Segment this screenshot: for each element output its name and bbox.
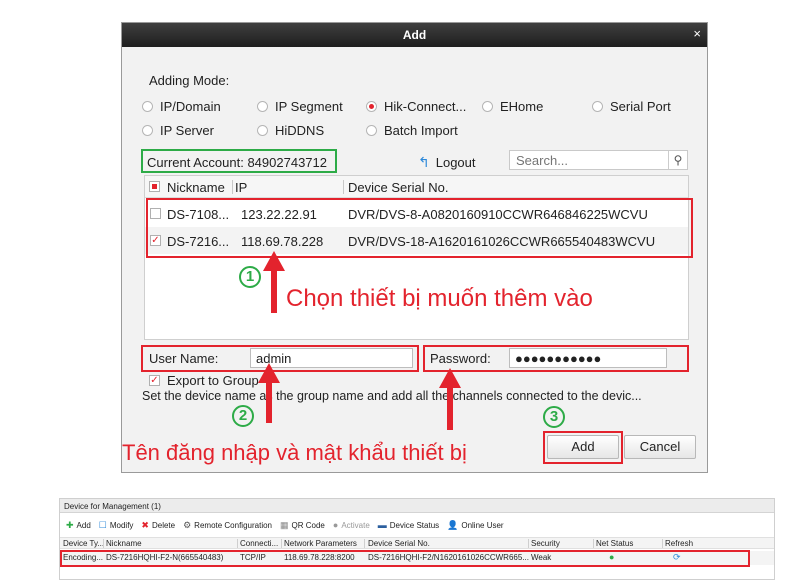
column-separator	[528, 539, 529, 548]
annotation-credentials: Tên đăng nhập và mật khẩu thiết bị	[122, 440, 467, 465]
delete-icon: ✖	[141, 519, 149, 530]
device-management-panel: Device for Management (1) ✚ Add ☐ Modify ✖…	[59, 498, 775, 580]
column-net-status[interactable]: Net Status	[596, 539, 633, 548]
current-account-label: Current Account:	[147, 155, 244, 170]
radio-icon	[592, 101, 603, 112]
arrow-up-icon	[263, 251, 285, 313]
toolbar-remote-config-button[interactable]: ⚙ Remote Configuration	[183, 520, 272, 531]
column-nickname[interactable]: Nickname	[167, 180, 225, 195]
dialog-title-bar: Add ×	[122, 23, 707, 47]
toolbar: ✚ Add ☐ Modify ✖ Delete ⚙ Remote Configurati…	[60, 518, 774, 532]
group-note: Set the device name as the group name an…	[142, 389, 642, 403]
column-separator	[237, 539, 238, 548]
logout-icon: ↰	[418, 154, 430, 170]
column-separator	[281, 539, 282, 548]
toolbar-modify-button[interactable]: ☐ Modify	[99, 520, 134, 531]
arrow-up-icon	[258, 363, 280, 423]
mode-ehome[interactable]: EHome	[482, 99, 543, 114]
activate-icon: ●	[332, 520, 339, 530]
mode-serial-port[interactable]: Serial Port	[592, 99, 671, 114]
close-icon[interactable]: ×	[693, 26, 701, 41]
column-ip[interactable]: IP	[235, 180, 247, 195]
column-refresh[interactable]: Refresh	[665, 539, 693, 548]
device-status-icon: ▬	[377, 520, 387, 530]
radio-icon	[142, 125, 153, 136]
column-serial[interactable]: Device Serial No.	[348, 180, 448, 195]
mode-hiddns[interactable]: HiDDNS	[257, 123, 324, 138]
export-to-group-checkbox[interactable]: ✓ Export to Group	[149, 373, 259, 388]
column-separator	[343, 180, 344, 194]
device-rows-highlight	[146, 198, 693, 258]
radio-icon	[482, 101, 493, 112]
mode-ip-segment[interactable]: IP Segment	[257, 99, 343, 114]
radio-icon	[257, 125, 268, 136]
plus-icon: ✚	[66, 519, 74, 530]
password-input[interactable]	[509, 348, 667, 368]
mode-ip-domain[interactable]: IP/Domain	[142, 99, 221, 114]
panel-title: Device for Management (1)	[60, 499, 774, 513]
list-header: Nickname IP Device Serial No.	[145, 176, 688, 198]
step-2-badge: 2	[232, 405, 254, 427]
arrow-up-icon	[439, 368, 461, 430]
column-connection[interactable]: Connecti...	[240, 539, 278, 548]
search-icon[interactable]: ⚲	[668, 151, 687, 169]
column-security[interactable]: Security	[531, 539, 560, 548]
column-separator	[232, 180, 233, 194]
checkbox-checked-icon: ✓	[149, 375, 160, 386]
radio-selected-icon	[366, 101, 377, 112]
toolbar-activate-button[interactable]: ● Activate	[333, 520, 370, 530]
mode-batch-import[interactable]: Batch Import	[366, 123, 458, 138]
gear-icon: ⚙	[183, 519, 192, 530]
toolbar-qr-code-button[interactable]: ▦ QR Code	[280, 520, 325, 531]
add-button[interactable]: Add	[547, 435, 619, 459]
current-account-value: 84902743712	[247, 155, 327, 170]
management-row-highlight	[60, 550, 750, 567]
radio-icon	[142, 101, 153, 112]
logout-button[interactable]: ↰ Logout	[418, 154, 476, 171]
annotation-select-device: Chọn thiết bị muốn thêm vào	[286, 285, 593, 312]
toolbar-online-user-button[interactable]: 👤 Online User	[447, 520, 503, 531]
toolbar-device-status-button[interactable]: ▬ Device Status	[378, 520, 439, 530]
radio-icon	[366, 125, 377, 136]
adding-mode-label: Adding Mode:	[149, 73, 230, 88]
password-label: Password:	[430, 351, 491, 366]
qr-code-icon: ▦	[280, 519, 289, 530]
management-table-header: Device Ty... Nickname Connecti... Networ…	[60, 537, 774, 549]
toolbar-add-button[interactable]: ✚ Add	[66, 520, 91, 531]
column-nickname[interactable]: Nickname	[106, 539, 142, 548]
select-all-checkbox[interactable]	[149, 181, 160, 192]
step-3-badge: 3	[543, 406, 565, 428]
user-icon: 👤	[447, 519, 459, 530]
add-device-dialog: Add × Adding Mode: IP/Domain IP Segment …	[121, 22, 708, 473]
edit-icon: ☐	[98, 519, 107, 530]
column-serial[interactable]: Device Serial No.	[368, 539, 430, 548]
step-1-badge: 1	[239, 266, 261, 288]
column-separator	[662, 539, 663, 548]
column-network-parameters[interactable]: Network Parameters	[284, 539, 357, 548]
search-input[interactable]	[509, 150, 688, 170]
column-separator	[593, 539, 594, 548]
current-account-highlight: Current Account: 84902743712	[141, 149, 337, 173]
column-separator	[364, 539, 365, 548]
toolbar-delete-button[interactable]: ✖ Delete	[141, 520, 175, 531]
user-name-label: User Name:	[149, 351, 219, 366]
cancel-button[interactable]: Cancel	[624, 435, 696, 459]
mode-ip-server[interactable]: IP Server	[142, 123, 214, 138]
column-device-type[interactable]: Device Ty...	[63, 539, 104, 548]
dialog-title: Add	[402, 28, 427, 42]
column-separator	[103, 539, 104, 548]
radio-icon	[257, 101, 268, 112]
mode-hik-connect[interactable]: Hik-Connect...	[366, 99, 466, 114]
